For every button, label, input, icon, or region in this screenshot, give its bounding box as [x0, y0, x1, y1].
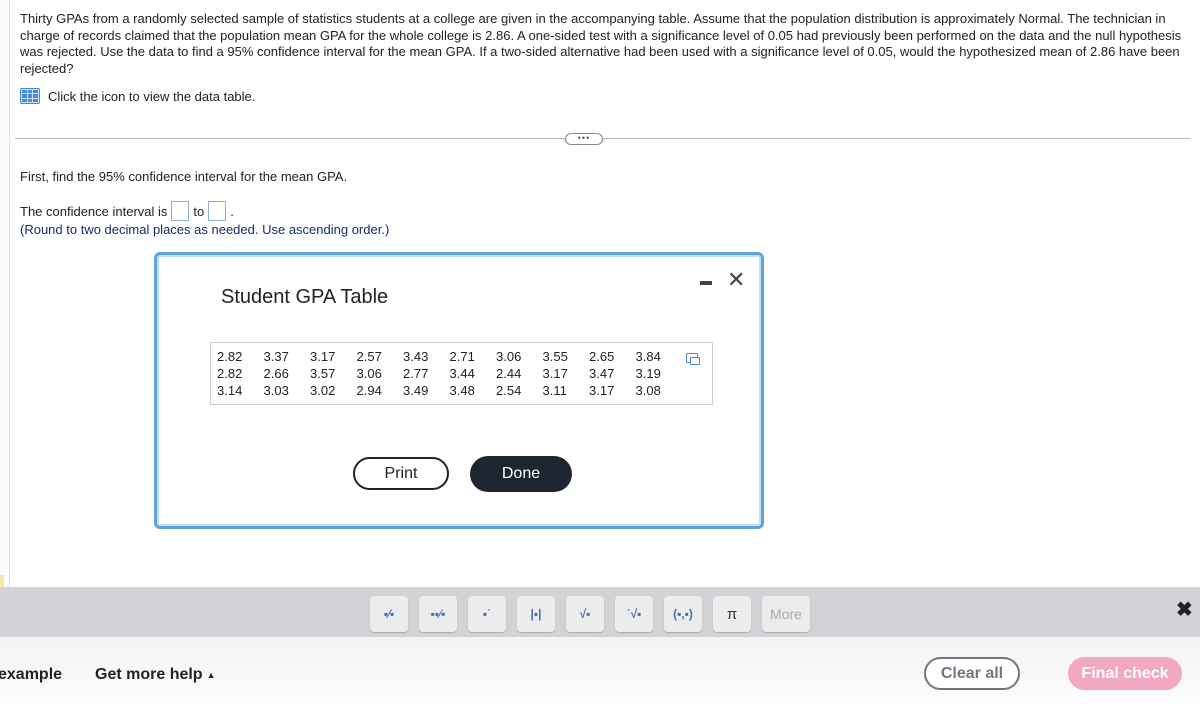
done-button[interactable]: Done [470, 456, 572, 492]
dialog-title: Student GPA Table [221, 286, 389, 308]
ci-to: to [193, 203, 205, 219]
ci-suffix: . [230, 203, 234, 219]
gpa-cell: 3.03 [263, 383, 289, 398]
gpa-cell: 3.02 [310, 383, 336, 398]
copy-icon[interactable] [686, 353, 700, 365]
help-label: Get more help [95, 666, 203, 683]
gpa-cell: 2.57 [356, 349, 382, 364]
ci-lower-input[interactable] [171, 201, 190, 221]
exponent-button[interactable]: ▪˙ [468, 596, 506, 632]
gpa-cell: 3.44 [449, 366, 475, 381]
gpa-data-table: 2.82 3.37 3.17 2.57 3.43 2.71 3.06 3.55 2.65 3.84… [210, 342, 713, 405]
gpa-cell: 3.11 [542, 383, 567, 398]
gpa-cell: 3.19 [635, 366, 661, 381]
gpa-cell: 2.77 [403, 366, 429, 381]
view-example-link[interactable]: example [0, 666, 62, 684]
gpa-cell: 3.14 [217, 383, 243, 398]
gpa-cell: 3.17 [310, 349, 336, 364]
gpa-cell: 2.66 [263, 366, 289, 381]
print-button[interactable]: Print [353, 457, 449, 490]
rounding-note: (Round to two decimal places as needed. … [20, 222, 390, 237]
gpa-cell: 2.94 [356, 383, 382, 398]
footer-bar: example Get more help ▲ Clear all Final c… [0, 637, 1200, 713]
gpa-cell: 3.43 [403, 349, 429, 364]
ci-upper-input[interactable] [208, 201, 227, 221]
gpa-cell: 2.44 [496, 366, 522, 381]
square-root-button[interactable]: √▪ [566, 596, 604, 632]
gpa-cell: 3.57 [310, 366, 336, 381]
gpa-cell: 3.17 [542, 366, 568, 381]
gpa-data-grid: 2.82 3.37 3.17 2.57 3.43 2.71 3.06 3.55 2.65 3.84… [217, 349, 682, 399]
more-tools-button[interactable]: More [762, 596, 810, 632]
gpa-cell: 3.49 [403, 383, 429, 398]
gpa-cell: 3.55 [542, 349, 568, 364]
gpa-cell: 3.37 [263, 349, 289, 364]
gpa-cell: 3.08 [635, 383, 661, 398]
caret-up-icon: ▲ [206, 669, 216, 680]
gpa-cell: 3.47 [589, 366, 615, 381]
gpa-table-dialog: Student GPA Table ✕ 2.82 3.37 3.17 2.57 3.43… [154, 252, 764, 529]
ci-prefix: The confidence interval is [20, 203, 168, 219]
table-icon[interactable] [20, 88, 40, 104]
ordered-pair-button[interactable]: (▪,▪) [664, 596, 702, 632]
question-text: Thirty GPAs from a randomly selected sam… [20, 11, 1182, 76]
absolute-value-button[interactable]: |▪| [517, 596, 555, 632]
gpa-cell: 2.82 [217, 366, 243, 381]
data-table-hint[interactable]: Click the icon to view the data table. [20, 88, 255, 104]
expand-question-button[interactable]: ••• [565, 133, 603, 145]
nth-root-button[interactable]: ˙√▪ [615, 596, 653, 632]
math-toolbar: ▪⁄▪ ▪▪⁄▪ ▪˙ |▪| √▪ ˙√▪ (▪,▪) π More ✖ [0, 587, 1200, 637]
confidence-interval-line: The confidence interval is to . [20, 201, 234, 221]
final-check-button[interactable]: Final check [1068, 657, 1182, 690]
mixed-number-button[interactable]: ▪▪⁄▪ [419, 596, 457, 632]
gpa-cell: 3.06 [496, 349, 522, 364]
gpa-cell: 2.54 [496, 383, 522, 398]
gpa-cell: 3.84 [635, 349, 661, 364]
left-panel-edge [0, 0, 10, 590]
gpa-cell: 2.71 [449, 349, 475, 364]
clear-all-button[interactable]: Clear all [924, 657, 1020, 690]
get-more-help-link[interactable]: Get more help ▲ [95, 666, 216, 684]
close-icon[interactable]: ✕ [727, 269, 745, 291]
gpa-cell: 2.65 [589, 349, 615, 364]
gpa-cell: 3.06 [356, 366, 382, 381]
toolbar-close-icon[interactable]: ✖ [1176, 597, 1193, 622]
math-tool-buttons: ▪⁄▪ ▪▪⁄▪ ▪˙ |▪| √▪ ˙√▪ (▪,▪) π More [370, 596, 810, 632]
step-prompt: First, find the 95% confidence interval … [20, 169, 348, 184]
hint-text: Click the icon to view the data table. [48, 88, 256, 104]
gpa-cell: 3.48 [449, 383, 475, 398]
pi-button[interactable]: π [713, 596, 751, 632]
fraction-button[interactable]: ▪⁄▪ [370, 596, 408, 632]
gpa-cell: 3.17 [589, 383, 615, 398]
minimize-icon[interactable] [700, 281, 712, 285]
gpa-cell: 2.82 [217, 349, 243, 364]
